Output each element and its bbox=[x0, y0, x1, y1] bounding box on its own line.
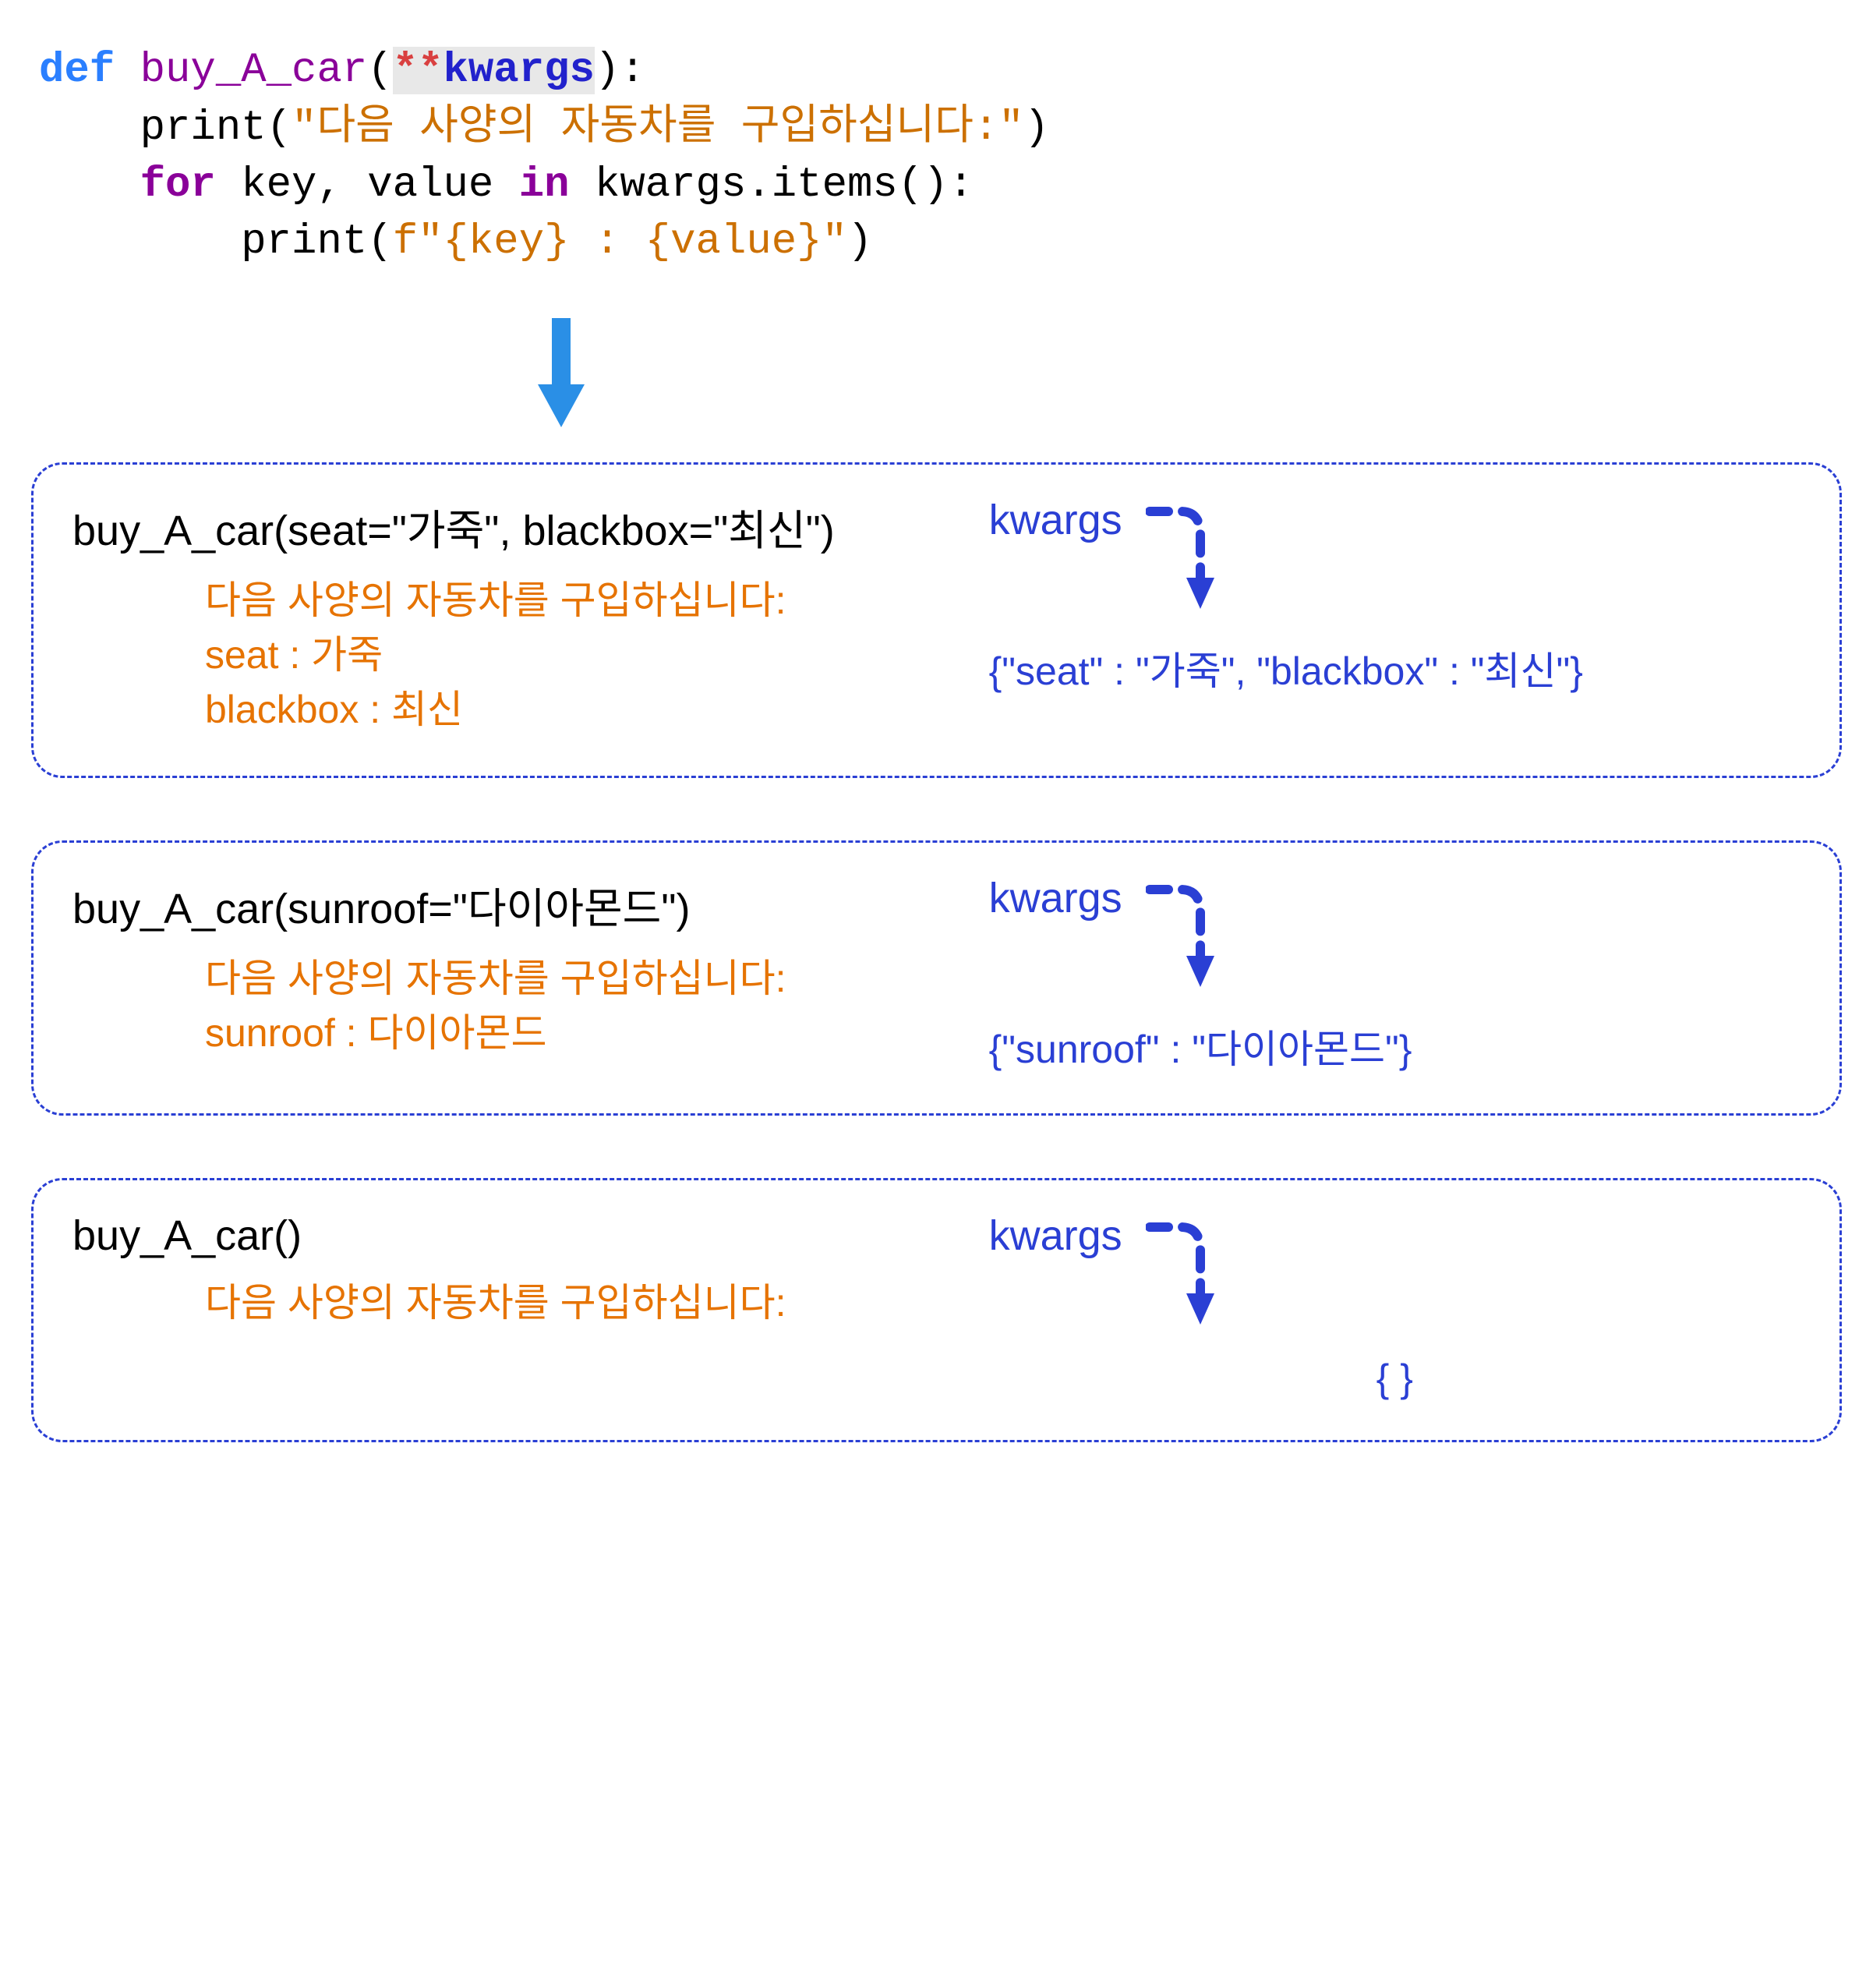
keyword-def: def bbox=[39, 47, 115, 94]
function-call: buy_A_car() bbox=[72, 1212, 966, 1260]
kwargs-dict-value: {"seat" : "가죽", "blackbox" : "최신"} bbox=[989, 640, 1801, 696]
kwargs-row: kwargs bbox=[989, 874, 1801, 995]
keyword-in: in bbox=[493, 161, 595, 209]
paren-close: ): bbox=[595, 47, 645, 94]
kwargs-param: kwargs bbox=[444, 47, 595, 94]
kwargs-row: kwargs bbox=[989, 496, 1801, 617]
output-line: sunroof : 다이아몬드 bbox=[205, 1006, 966, 1060]
curved-arrow-icon bbox=[1146, 874, 1224, 995]
code-def-line: def buy_A_car(**kwargs): bbox=[39, 47, 1842, 94]
iter-expr: kwargs.items(): bbox=[595, 161, 974, 209]
curved-arrow-icon bbox=[1146, 496, 1224, 617]
curved-arrow-icon bbox=[1146, 1212, 1224, 1332]
output-line: blackbox : 최신 bbox=[205, 682, 966, 737]
stars-operator: ** bbox=[393, 47, 444, 94]
kwargs-label: kwargs bbox=[989, 874, 1122, 922]
example-box-0: buy_A_car(seat="가죽", blackbox="최신") 다음 사양… bbox=[31, 462, 1842, 778]
output-line: seat : 가죽 bbox=[205, 628, 966, 682]
output-header: 다음 사양의 자동차를 구입하십니다: bbox=[205, 1275, 966, 1330]
paren: ) bbox=[1024, 104, 1049, 152]
paren-open: ( bbox=[367, 47, 392, 94]
output-block: 다음 사양의 자동차를 구입하십니다: bbox=[205, 1275, 966, 1330]
example-box-1: buy_A_car(sunroof="다이아몬드") 다음 사양의 자동차를 구입… bbox=[31, 840, 1842, 1116]
kwargs-dict-value: {"sunroof" : "다이아몬드"} bbox=[989, 1018, 1801, 1074]
string-literal: "다음 사양의 자동차를 구입하십니다:" bbox=[292, 104, 1024, 152]
kwargs-dict-value: { } bbox=[989, 1356, 1801, 1401]
example-right: kwargs {"sunroof" : "다이아몬드"} bbox=[966, 874, 1801, 1074]
example-right: kwargs { } bbox=[966, 1212, 1801, 1401]
arrow-down-icon bbox=[530, 318, 1842, 431]
kwargs-label: kwargs bbox=[989, 1212, 1122, 1260]
example-left: buy_A_car(seat="가죽", blackbox="최신") 다음 사양… bbox=[72, 496, 966, 737]
kwargs-row: kwargs bbox=[989, 1212, 1801, 1332]
function-call: buy_A_car(seat="가죽", blackbox="최신") bbox=[72, 496, 966, 557]
output-header: 다음 사양의 자동차를 구입하십니다: bbox=[205, 951, 966, 1006]
output-block: 다음 사양의 자동차를 구입하십니다:seat : 가죽blackbox : 최… bbox=[205, 573, 966, 737]
function-name: buy_A_car bbox=[115, 47, 367, 94]
keyword-for: for bbox=[39, 161, 241, 209]
function-call: buy_A_car(sunroof="다이아몬드") bbox=[72, 874, 966, 936]
example-right: kwargs {"seat" : "가죽", "blackbox" : "최신"} bbox=[966, 496, 1801, 696]
paren: ) bbox=[847, 218, 872, 266]
fstring-literal: f"{key} : {value}" bbox=[393, 218, 847, 266]
kwargs-label: kwargs bbox=[989, 496, 1122, 544]
output-block: 다음 사양의 자동차를 구입하십니다:sunroof : 다이아몬드 bbox=[205, 951, 966, 1060]
print-call: print( bbox=[39, 104, 292, 152]
output-header: 다음 사양의 자동차를 구입하십니다: bbox=[205, 573, 966, 628]
example-left: buy_A_car(sunroof="다이아몬드") 다음 사양의 자동차를 구입… bbox=[72, 874, 966, 1060]
loop-vars: key, value bbox=[241, 161, 493, 209]
example-box-2: buy_A_car() 다음 사양의 자동차를 구입하십니다: kwargs { } bbox=[31, 1178, 1842, 1442]
print-call: print( bbox=[39, 218, 393, 266]
code-body: print("다음 사양의 자동차를 구입하십니다:") for key, va… bbox=[39, 101, 1842, 271]
example-left: buy_A_car() 다음 사양의 자동차를 구입하십니다: bbox=[72, 1212, 966, 1330]
